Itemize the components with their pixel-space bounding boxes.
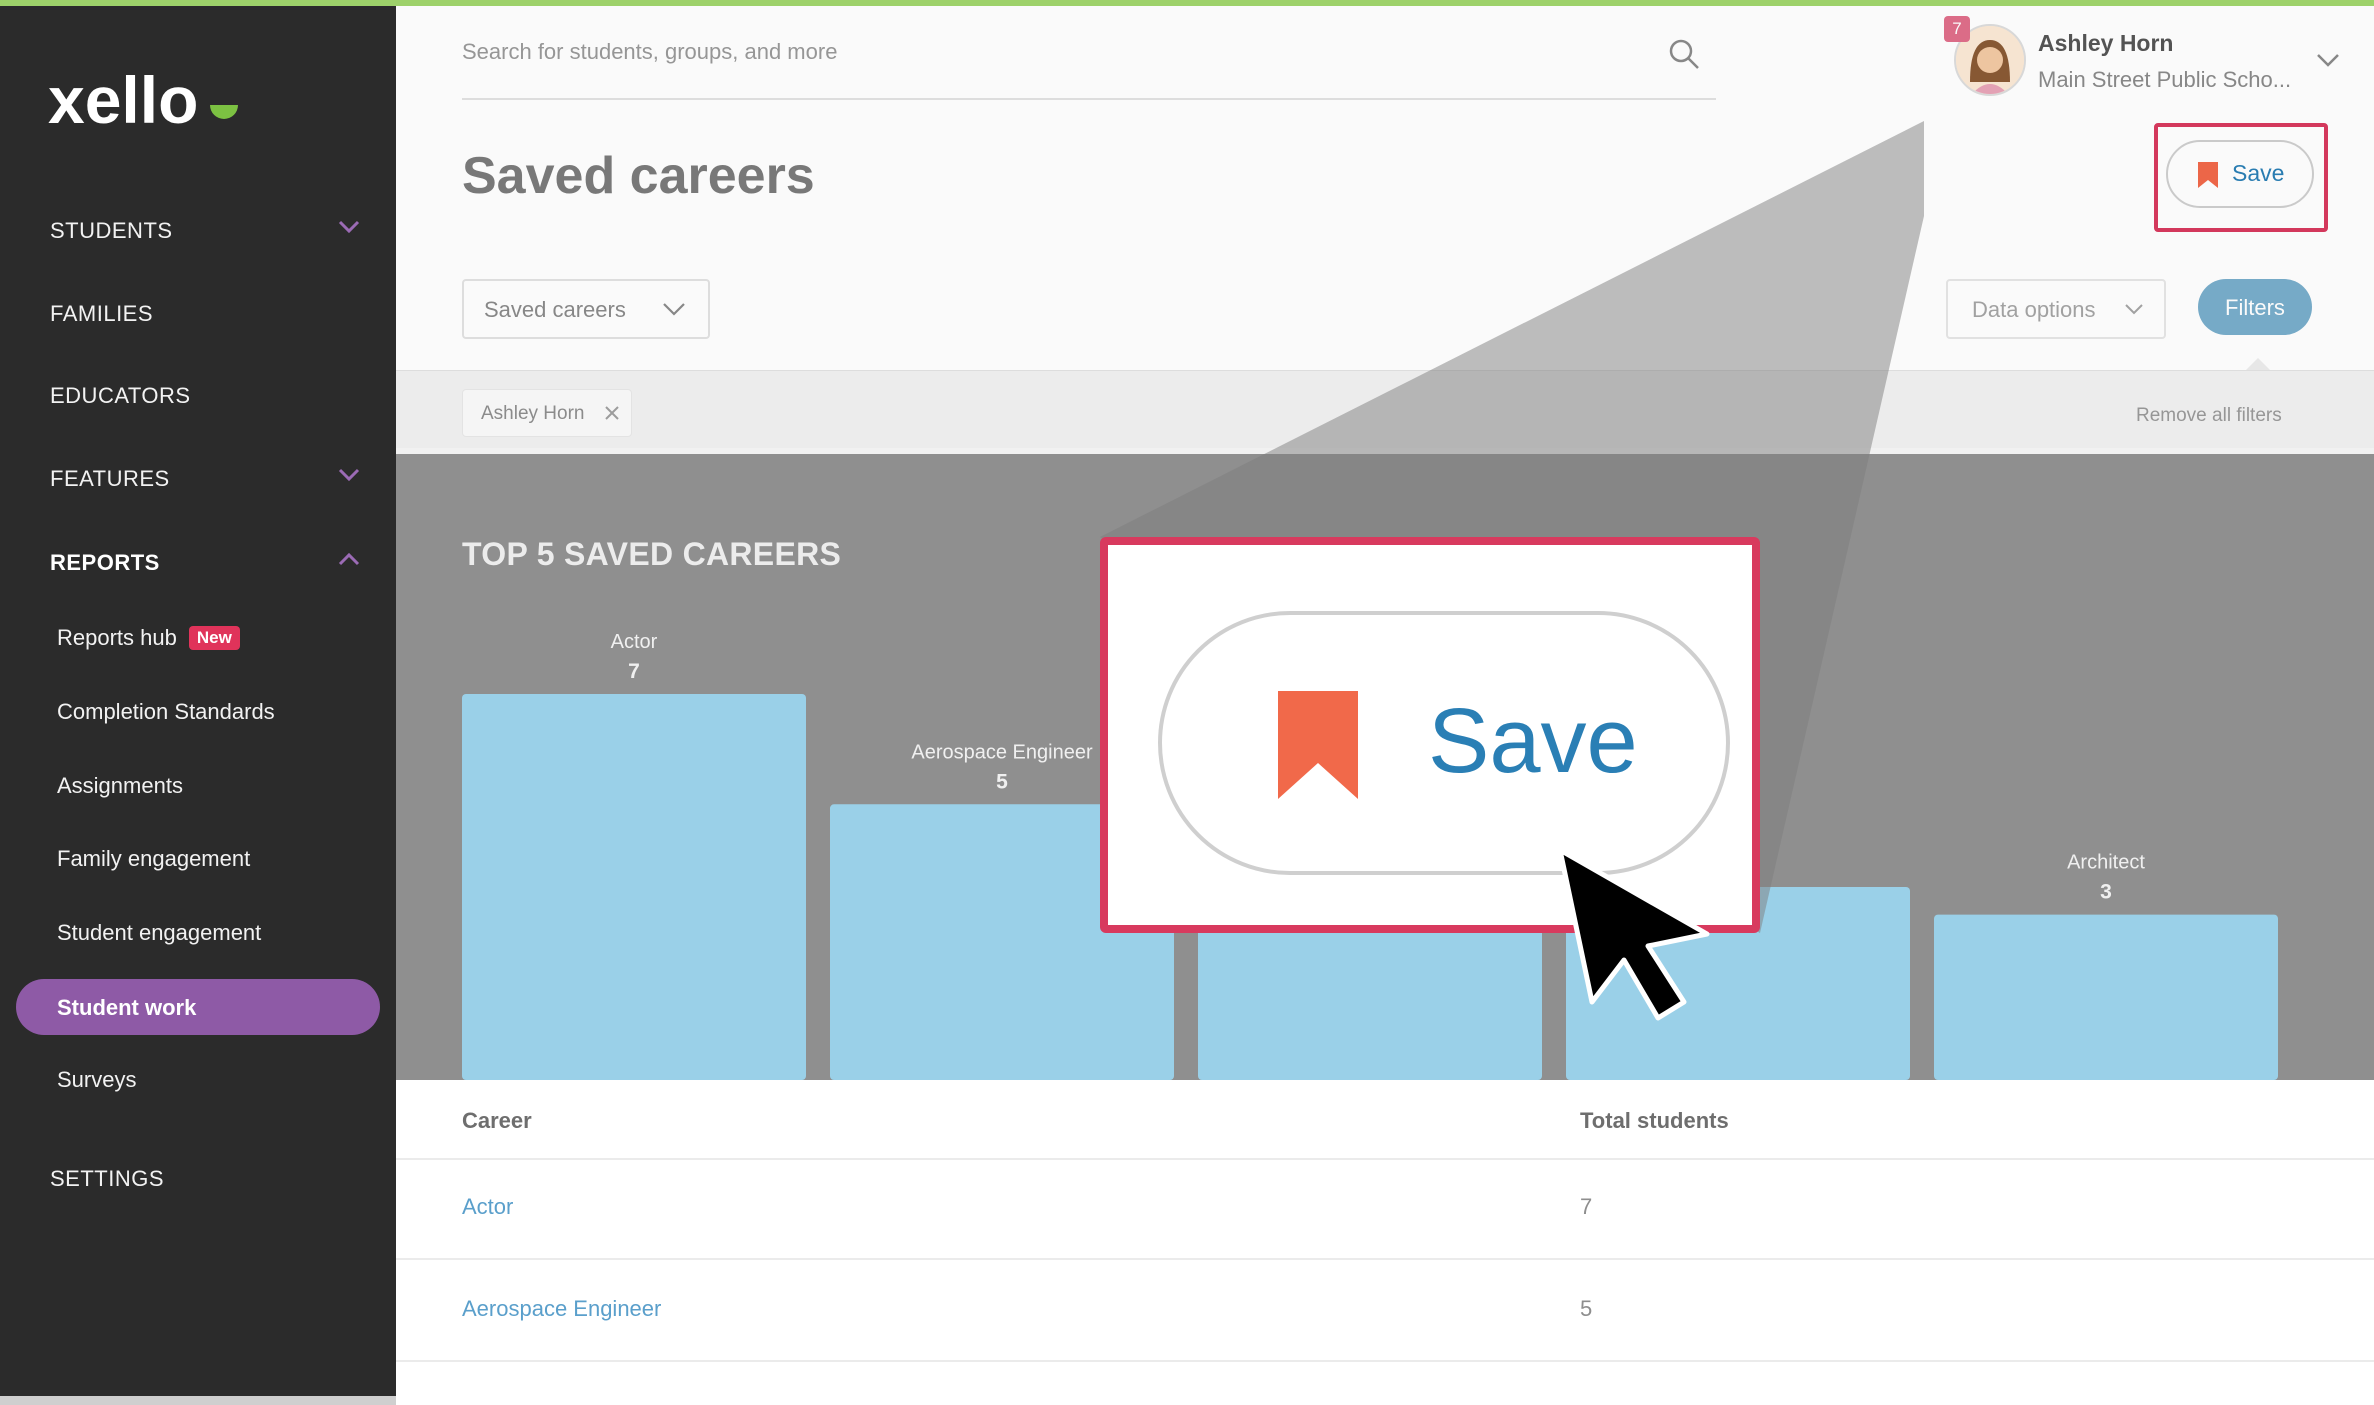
- search-underline: [462, 98, 1716, 100]
- close-icon[interactable]: [603, 404, 621, 422]
- sidebar-item-assignments[interactable]: Assignments: [57, 773, 183, 799]
- scrollbar-track: [0, 1396, 396, 1405]
- svg-text:xello: xello: [48, 63, 198, 137]
- user-school: Main Street Public Scho...: [2038, 67, 2292, 92]
- data-options-label: Data options: [1972, 297, 2096, 322]
- filters-button[interactable]: Filters: [2198, 279, 2312, 335]
- mouse-cursor-icon: [1557, 847, 1710, 1021]
- chevron-down-icon[interactable]: [2312, 44, 2344, 76]
- bar-category-label: Actor: [611, 631, 658, 653]
- sidebar-item-label: Student work: [57, 995, 197, 1020]
- total-students-value: 7: [1580, 1194, 1593, 1219]
- results-table: Career Total students Actor 7 Aerospace …: [396, 1080, 2374, 1399]
- career-link[interactable]: Aerospace Engineer: [462, 1296, 661, 1322]
- column-header-career[interactable]: Career: [462, 1108, 532, 1134]
- sidebar-item-family-engagement[interactable]: Family engagement: [57, 846, 250, 872]
- chart-title: TOP 5 SAVED CAREERS: [462, 536, 842, 572]
- search-icon[interactable]: [1666, 36, 1702, 72]
- sidebar-item-educators[interactable]: EDUCATORS: [50, 383, 191, 409]
- sidebar-item-families[interactable]: FAMILIES: [50, 301, 153, 327]
- new-badge: New: [188, 626, 240, 650]
- sidebar-item-surveys[interactable]: Surveys: [57, 1067, 136, 1093]
- report-type-value: Saved careers: [484, 297, 626, 322]
- column-header-total-students[interactable]: Total students: [1580, 1108, 1729, 1134]
- sidebar-item-label: Reports hub: [57, 625, 177, 650]
- sidebar-item-settings[interactable]: SETTINGS: [50, 1166, 164, 1192]
- user-name[interactable]: Ashley Horn: [2038, 30, 2173, 57]
- bar-category-label: Architect: [2067, 852, 2145, 874]
- sidebar-item-features[interactable]: FEATURES: [50, 466, 170, 492]
- sidebar-item-completion-standards[interactable]: Completion Standards: [57, 699, 275, 725]
- row-divider: [396, 1158, 2374, 1160]
- career-link[interactable]: Actor: [462, 1194, 513, 1220]
- save-button-highlight: [2154, 123, 2328, 232]
- chevron-up-icon[interactable]: [334, 544, 364, 574]
- filters-button-label: Filters: [2225, 295, 2285, 320]
- chevron-down-icon: [663, 303, 685, 316]
- filters-caret: [2246, 358, 2270, 370]
- chevron-down-icon: [2125, 304, 2143, 315]
- chart-bar[interactable]: [1934, 914, 2278, 1080]
- data-options-dropdown[interactable]: Data options: [1946, 279, 2166, 339]
- zoomed-save-label: Save: [1428, 690, 1638, 792]
- total-students-value: 5: [1580, 1296, 1593, 1321]
- report-type-dropdown[interactable]: Saved careers: [462, 279, 710, 339]
- filter-chip[interactable]: Ashley Horn: [462, 389, 632, 437]
- row-divider: [396, 1258, 2374, 1260]
- chevron-down-icon[interactable]: [334, 460, 364, 490]
- top-accent-bar: [0, 0, 2374, 6]
- bar-value-label: 7: [628, 660, 640, 683]
- zoomed-save-button[interactable]: Save: [1158, 611, 1730, 875]
- filter-bar: Ashley Horn Remove all filters: [396, 370, 2374, 455]
- bookmark-icon: [1278, 691, 1358, 799]
- sidebar-item-students[interactable]: STUDENTS: [50, 218, 173, 244]
- row-divider: [396, 1360, 2374, 1362]
- sidebar-item-student-engagement[interactable]: Student engagement: [57, 920, 261, 946]
- chevron-down-icon[interactable]: [334, 212, 364, 242]
- sidebar-item-reports[interactable]: REPORTS: [50, 550, 160, 576]
- page-title: Saved careers: [462, 147, 815, 205]
- filter-chip-label: Ashley Horn: [481, 403, 585, 424]
- sidebar-item-reports-hub[interactable]: Reports hub New: [57, 625, 240, 651]
- xello-logo[interactable]: xello: [48, 61, 248, 141]
- bar-value-label: 3: [2100, 881, 2112, 904]
- notification-badge[interactable]: 7: [1944, 16, 1970, 42]
- bar-value-label: 5: [996, 770, 1008, 793]
- chart-bar[interactable]: [462, 694, 806, 1080]
- remove-all-filters-link[interactable]: Remove all filters: [2136, 405, 2282, 427]
- sidebar: xello STUDENTS FAMILIES EDUCATORS FEATUR…: [0, 6, 396, 1405]
- search-input[interactable]: Search for students, groups, and more: [462, 39, 837, 65]
- bar-category-label: Aerospace Engineer: [911, 741, 1093, 763]
